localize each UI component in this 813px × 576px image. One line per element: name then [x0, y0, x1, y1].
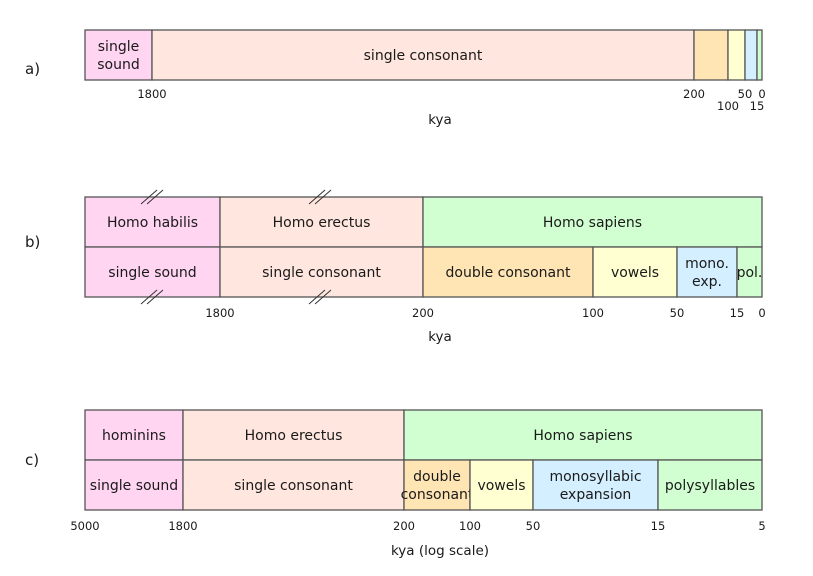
segment-label: polysyllables	[665, 478, 755, 494]
segment-label: vowels	[477, 478, 525, 494]
axis-label: kya	[428, 112, 452, 128]
tick-label: 1800	[168, 519, 197, 533]
tick-label: 5	[758, 519, 765, 533]
segment-label: hominins	[102, 428, 166, 444]
panel-b: b) Homo habilis Homo erectus Homo sapiens si…	[25, 189, 766, 345]
tick-label: 15	[730, 306, 745, 320]
segment-label: sound	[97, 57, 140, 73]
tick-label: 100	[459, 519, 481, 533]
panel-label: b)	[25, 233, 40, 251]
panel-label: c)	[25, 451, 39, 469]
tick-label: 100	[582, 306, 604, 320]
segment-label: exp.	[692, 274, 722, 290]
panel-a: a)singlesoundsingle consonant1800 2001005…	[25, 29, 766, 128]
segment-label: expansion	[560, 487, 632, 503]
segment-label: double	[413, 469, 461, 485]
language-evolution-timeline-diagram: a) single sound single consonant 1800 200 100 5…	[25, 29, 766, 559]
panel-label: a)	[25, 60, 40, 78]
tick-label: 1800	[205, 306, 234, 320]
tick-label: 50	[526, 519, 541, 533]
tick-label: 15	[750, 99, 765, 113]
segment-label: Homo sapiens	[543, 215, 642, 231]
segment-label: Homo erectus	[245, 428, 343, 444]
segment-unlabeled	[693, 29, 729, 81]
tick-label: 0	[758, 306, 765, 320]
segment-label: Homo erectus	[273, 215, 371, 231]
tick-label: 200	[683, 87, 705, 101]
tick-label: 50	[670, 306, 685, 320]
axis-label: kya	[428, 329, 452, 345]
segment-label: mono.	[685, 256, 729, 272]
segment-label: consonant	[401, 487, 474, 503]
segment-label: monosyllabic	[549, 469, 641, 485]
tick-label: 15	[651, 519, 666, 533]
segment-label: single consonant	[262, 265, 381, 281]
segment-label: single consonant	[364, 48, 483, 64]
segment-label: pol.	[737, 265, 763, 281]
tick-label: 200	[393, 519, 415, 533]
segment-label: single sound	[90, 478, 178, 494]
segment-unlabeled	[727, 29, 746, 81]
segment-unlabeled	[744, 29, 758, 81]
segment-label: double consonant	[446, 265, 571, 281]
segment-label: single	[98, 39, 139, 55]
axis-label: kya (log scale)	[391, 543, 489, 559]
segment-label: vowels	[611, 265, 659, 281]
tick-label: 0	[758, 87, 765, 101]
tick-label: 5000	[70, 519, 99, 533]
tick-label: 200	[412, 306, 434, 320]
segment-unlabeled	[756, 29, 763, 81]
segment-label: single consonant	[234, 478, 353, 494]
segment-label: Homo habilis	[107, 215, 198, 231]
tick-label: 1800	[137, 87, 166, 101]
panel-c: c) hominins Homo erectus Homo sapiens single…	[25, 409, 766, 559]
segment-label: single sound	[108, 265, 196, 281]
tick-label: 100	[717, 99, 739, 113]
segment-label: Homo sapiens	[533, 428, 632, 444]
